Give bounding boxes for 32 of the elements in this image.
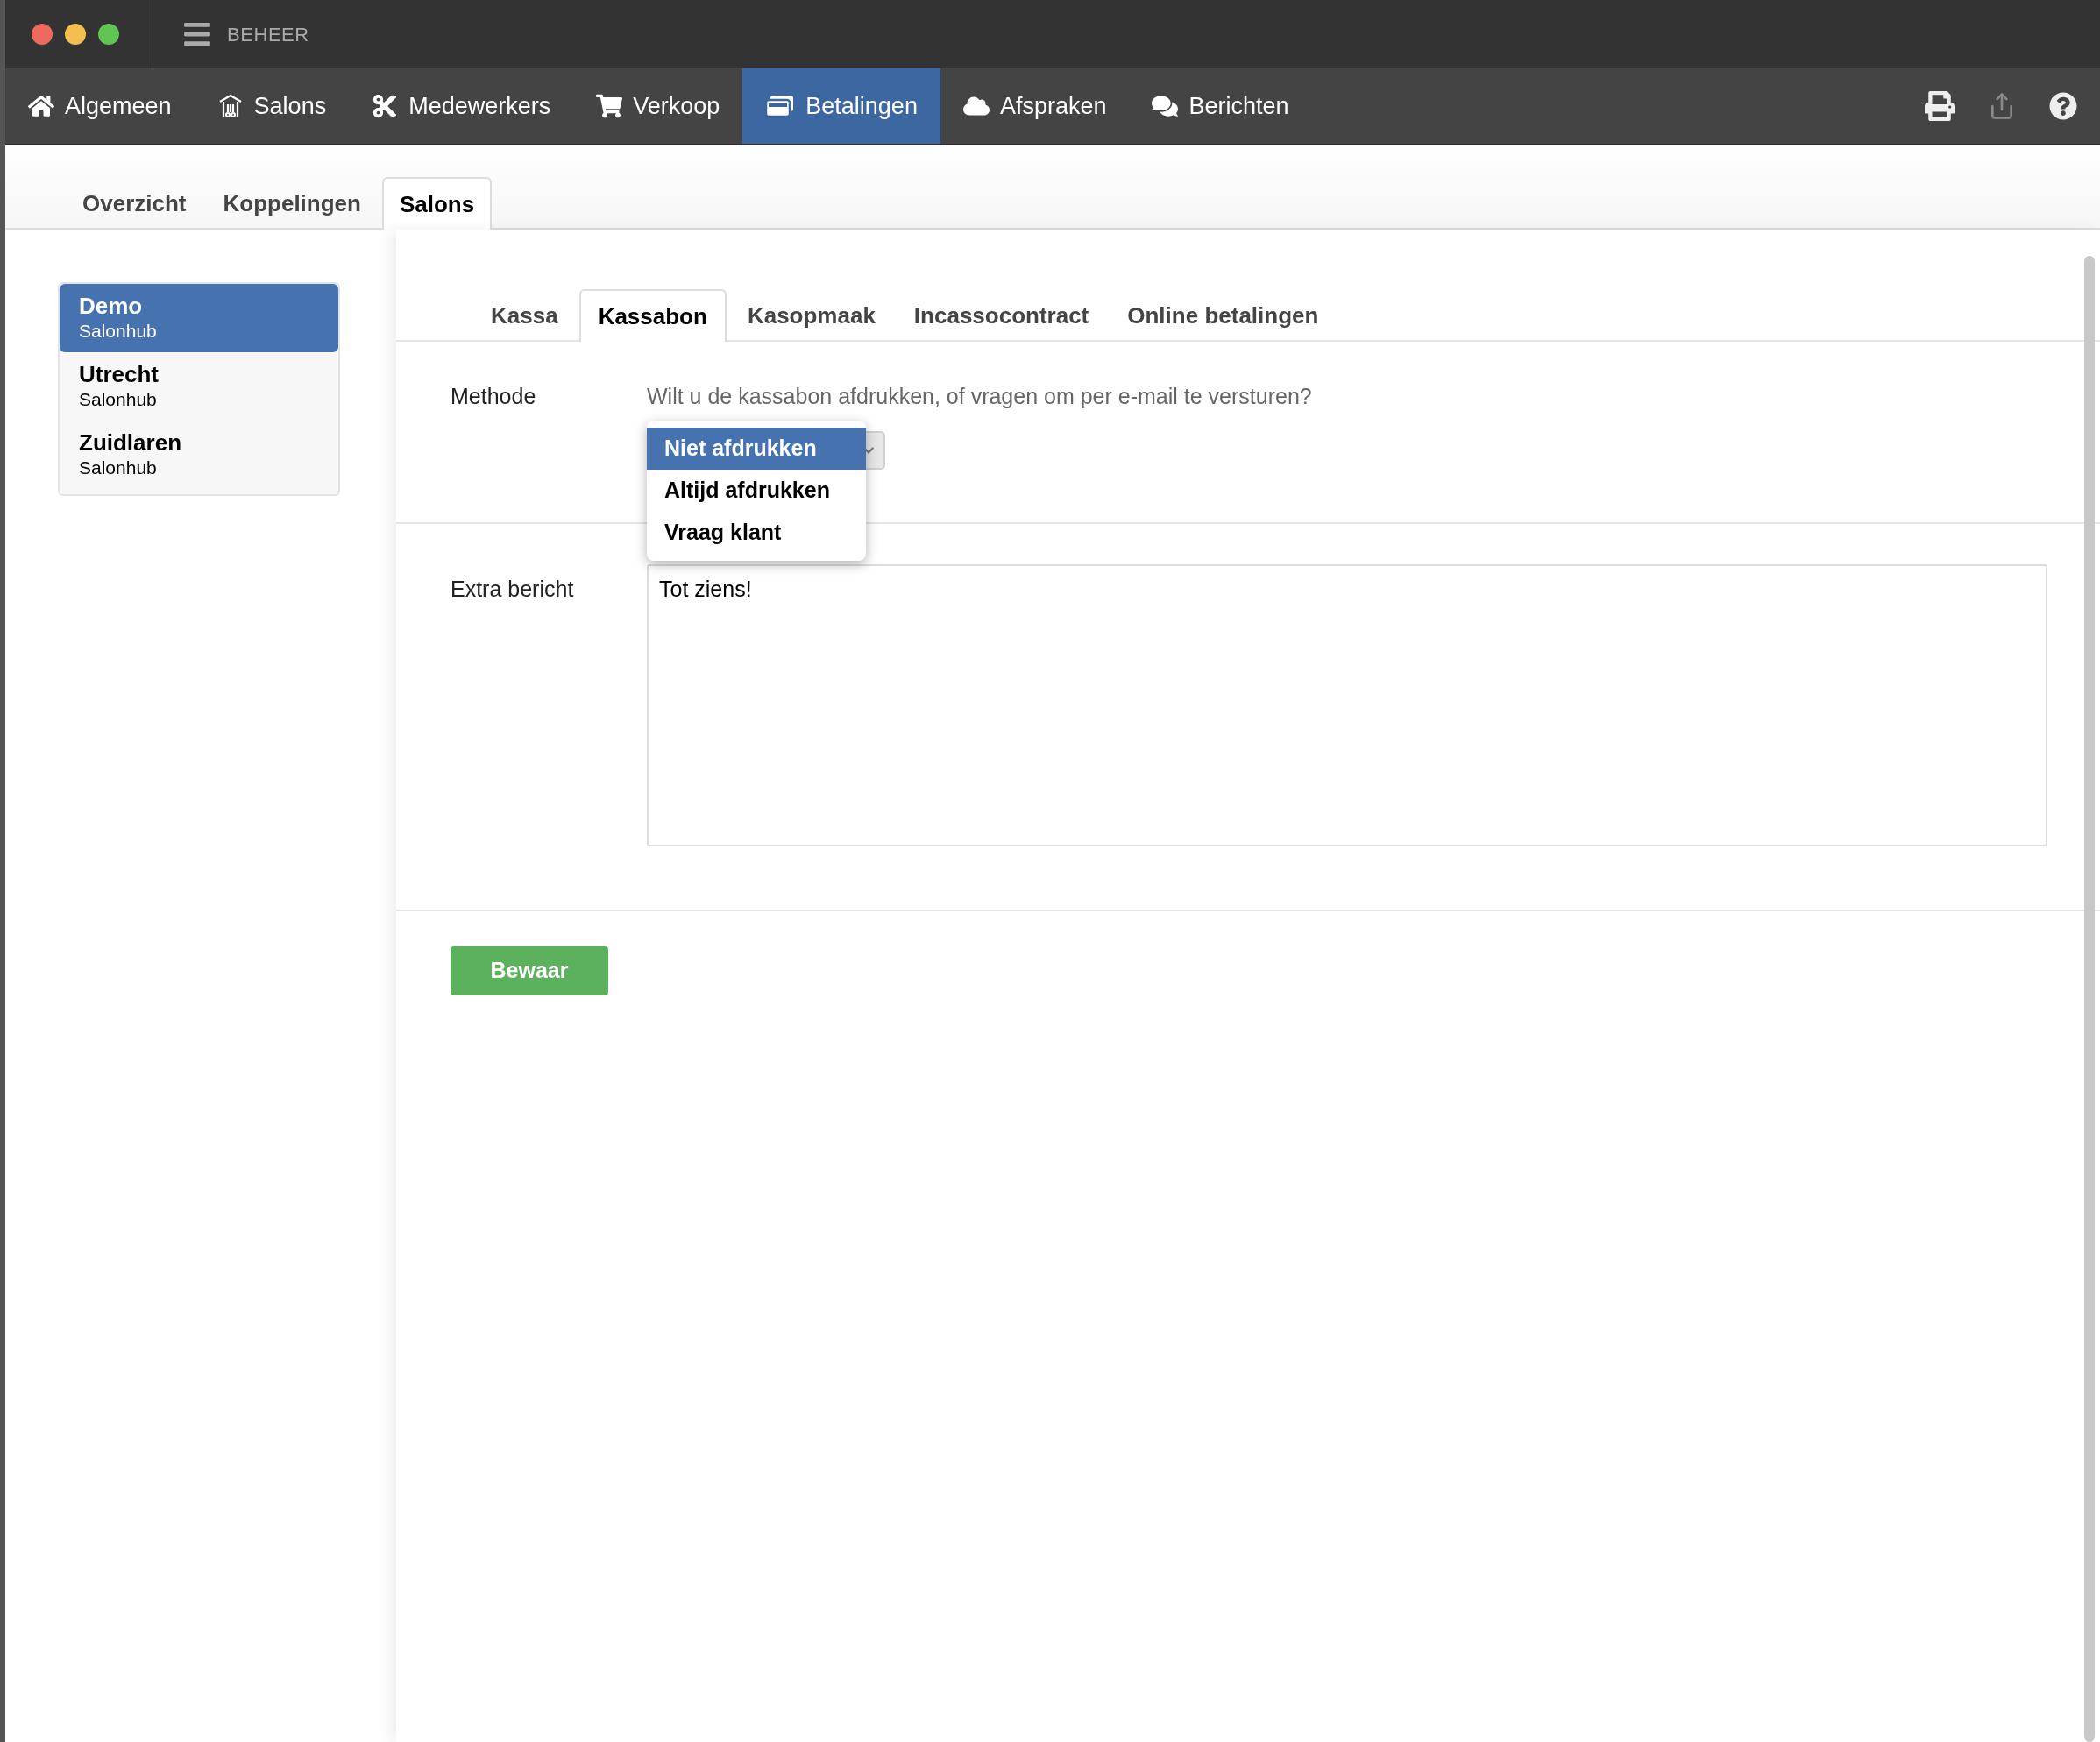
sub-tab[interactable]: Salons bbox=[381, 177, 493, 230]
sub-tab[interactable]: Koppelingen bbox=[207, 177, 377, 230]
home-icon bbox=[28, 93, 54, 119]
settings-tab[interactable]: Kassa bbox=[473, 289, 576, 342]
message-textarea[interactable]: Tot ziens! bbox=[647, 563, 2047, 846]
nav-tab[interactable]: Medewerkers bbox=[349, 68, 574, 144]
field-label: Methode bbox=[451, 383, 537, 410]
chat-icon bbox=[1152, 93, 1179, 119]
scissors-icon bbox=[372, 93, 399, 119]
settings-tab[interactable]: Incassocontract bbox=[896, 289, 1107, 342]
nav-tab[interactable]: Salons bbox=[194, 68, 350, 144]
salon-list-item[interactable]: Demo Salonhub bbox=[60, 284, 338, 352]
nav-tab[interactable]: Afspraken bbox=[940, 68, 1130, 144]
settings-tab[interactable]: Kasopmaak bbox=[729, 289, 893, 342]
settings-tab[interactable]: Kassabon bbox=[578, 289, 727, 342]
cards-icon bbox=[765, 94, 796, 118]
dropdown-option[interactable]: Niet afdrukken bbox=[647, 427, 866, 470]
salon-list-item[interactable]: Utrecht Salonhub bbox=[60, 352, 338, 421]
settings-tab[interactable]: Online betalingen bbox=[1110, 289, 1337, 342]
salon-list-item[interactable]: Zuidlaren Salonhub bbox=[60, 421, 338, 489]
window-title: BEHEER bbox=[227, 22, 309, 47]
nav-tab[interactable]: Betalingen bbox=[742, 68, 940, 144]
nav-tab[interactable]: Algemeen bbox=[5, 68, 195, 144]
nav-tab[interactable]: Berichten bbox=[1129, 68, 1312, 144]
scrollbar-thumb[interactable] bbox=[2084, 256, 2095, 1742]
field-hint: Wilt u de kassabon afdrukken, of vragen om per e-mail te versturen? bbox=[647, 383, 1312, 410]
dropdown-option[interactable]: Vraag klant bbox=[647, 511, 866, 554]
sub-tab[interactable]: Overzicht bbox=[67, 177, 202, 230]
cart-icon bbox=[596, 93, 623, 119]
nav-tab[interactable]: Verkoop bbox=[573, 68, 743, 144]
field-label: Extra bericht bbox=[451, 575, 575, 603]
dropdown-option[interactable]: Altijd afdrukken bbox=[647, 469, 866, 512]
